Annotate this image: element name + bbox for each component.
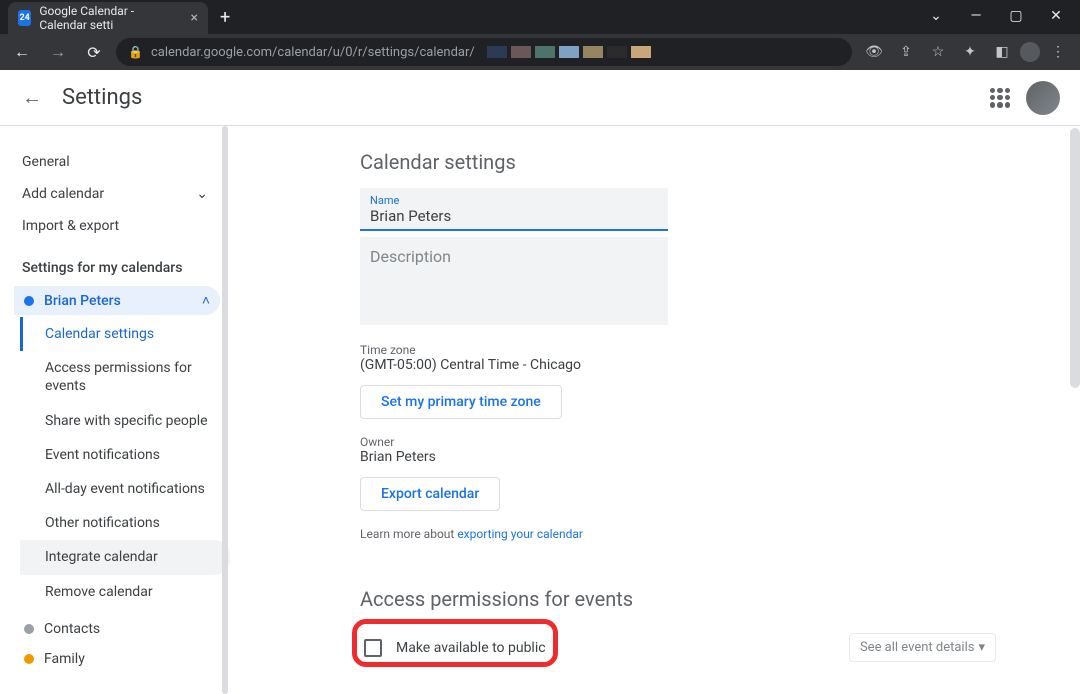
name-value: Brian Peters xyxy=(370,207,658,225)
sub-access-permissions[interactable]: Access permissions for events xyxy=(20,351,230,403)
make-public-checkbox[interactable] xyxy=(364,639,382,657)
minimize-icon[interactable]: — xyxy=(958,4,994,28)
main-scrollbar[interactable] xyxy=(1070,126,1080,694)
chevron-down-icon: ⌄ xyxy=(196,186,208,202)
timezone-label: Time zone xyxy=(360,343,1040,357)
page-title: Settings xyxy=(62,85,142,110)
tab-close-icon[interactable]: × xyxy=(191,10,198,26)
calendar-name: Family xyxy=(44,651,85,667)
nav-forward-icon: → xyxy=(44,38,72,66)
address-bar-row: ← → ⟳ 🔒 calendar.google.com/calendar/u/0… xyxy=(0,34,1080,70)
sub-allday-notifications[interactable]: All-day event notifications xyxy=(20,472,230,506)
sub-calendar-settings[interactable]: Calendar settings xyxy=(20,317,230,351)
maximize-icon[interactable]: ▢ xyxy=(998,4,1034,28)
sidebar-sublist: Calendar settings Access permissions for… xyxy=(20,317,230,609)
calendar-favicon: 24 xyxy=(18,10,31,26)
new-tab-button[interactable]: + xyxy=(208,7,242,28)
url-text: calendar.google.com/calendar/u/0/r/setti… xyxy=(151,45,475,60)
app-body: General Add calendar ⌄ Import & export S… xyxy=(0,126,1080,694)
tab-title: Google Calendar - Calendar setti xyxy=(39,4,182,32)
sub-integrate-calendar[interactable]: Integrate calendar xyxy=(20,540,230,574)
panel-icon[interactable]: ◧ xyxy=(988,38,1016,66)
back-arrow-icon[interactable]: ← xyxy=(20,86,44,110)
calendar-color-dot xyxy=(24,296,34,306)
sidebar-scrollbar[interactable] xyxy=(222,126,228,694)
share-icon[interactable]: ⇪ xyxy=(892,38,920,66)
sidebar-item-add-calendar[interactable]: Add calendar ⌄ xyxy=(0,178,230,210)
description-placeholder: Description xyxy=(370,247,658,266)
sidebar: General Add calendar ⌄ Import & export S… xyxy=(0,126,230,694)
main-content: Calendar settings Name Brian Peters Desc… xyxy=(230,126,1080,694)
puzzle-icon[interactable]: ✦ xyxy=(956,38,984,66)
sidebar-calendar-selected[interactable]: Brian Peters ˄ xyxy=(14,286,220,315)
calendar-color-dot xyxy=(24,624,34,634)
name-field[interactable]: Name Brian Peters xyxy=(360,188,668,231)
description-field[interactable]: Description xyxy=(360,237,668,325)
nav-back-icon[interactable]: ← xyxy=(8,38,36,66)
browser-tab[interactable]: 24 Google Calendar - Calendar setti × xyxy=(8,2,208,34)
exporting-link[interactable]: exporting your calendar xyxy=(457,527,583,541)
timezone-value: (GMT-05:00) Central Time - Chicago xyxy=(360,357,1040,373)
window-controls: ⌄ — ▢ ✕ xyxy=(918,0,1080,28)
owner-value: Brian Peters xyxy=(360,449,1040,465)
account-avatar[interactable] xyxy=(1026,81,1060,115)
make-public-row: Make available to public See all event d… xyxy=(360,625,1040,670)
star-icon[interactable]: ☆ xyxy=(924,38,952,66)
section-title: Calendar settings xyxy=(360,150,1040,174)
sub-other-notifications[interactable]: Other notifications xyxy=(20,506,230,540)
browser-right-icons: 👁 ⇪ ☆ ✦ ◧ ⋮ xyxy=(860,38,1072,66)
owner-label: Owner xyxy=(360,435,1040,449)
make-public-label: Make available to public xyxy=(396,640,546,656)
sidebar-section-header: Settings for my calendars xyxy=(0,242,230,284)
sub-event-notifications[interactable]: Event notifications xyxy=(20,438,230,472)
sub-share-people[interactable]: Share with specific people xyxy=(20,404,230,438)
url-bar[interactable]: 🔒 calendar.google.com/calendar/u/0/r/set… xyxy=(116,38,852,66)
sub-remove-calendar[interactable]: Remove calendar xyxy=(20,575,230,609)
sidebar-calendar-family[interactable]: Family xyxy=(14,645,220,673)
dropdown-icon[interactable]: ⌄ xyxy=(918,4,954,28)
dropdown-caret-icon: ▾ xyxy=(978,640,985,655)
calendar-name: Brian Peters xyxy=(44,293,121,309)
sidebar-item-import-export[interactable]: Import & export xyxy=(0,210,230,242)
calendar-color-dot xyxy=(24,654,34,664)
sidebar-calendar-contacts[interactable]: Contacts xyxy=(14,615,220,643)
profile-icon[interactable] xyxy=(1020,42,1040,62)
export-calendar-button[interactable]: Export calendar xyxy=(360,477,500,511)
name-label: Name xyxy=(370,194,658,207)
chevron-up-icon: ˄ xyxy=(202,292,210,309)
kebab-icon[interactable]: ⋮ xyxy=(1044,38,1072,66)
sidebar-label: Add calendar xyxy=(22,186,104,202)
eye-icon[interactable]: 👁 xyxy=(860,38,888,66)
reload-icon[interactable]: ⟳ xyxy=(80,38,108,66)
lock-icon: 🔒 xyxy=(128,45,143,59)
url-obscured xyxy=(487,46,651,58)
calendar-name: Contacts xyxy=(44,621,100,637)
permissions-title: Access permissions for events xyxy=(360,587,1040,611)
close-window-icon[interactable]: ✕ xyxy=(1038,4,1074,28)
tab-bar: 24 Google Calendar - Calendar setti × + … xyxy=(0,0,1080,34)
browser-chrome: 24 Google Calendar - Calendar setti × + … xyxy=(0,0,1080,70)
set-timezone-button[interactable]: Set my primary time zone xyxy=(360,385,562,419)
learn-more-text: Learn more about exporting your calendar xyxy=(360,527,1040,541)
app-header: ← Settings xyxy=(0,70,1080,126)
google-apps-icon[interactable] xyxy=(990,88,1010,108)
sidebar-item-general[interactable]: General xyxy=(0,146,230,178)
event-details-dropdown[interactable]: See all event details▾ xyxy=(849,633,996,662)
